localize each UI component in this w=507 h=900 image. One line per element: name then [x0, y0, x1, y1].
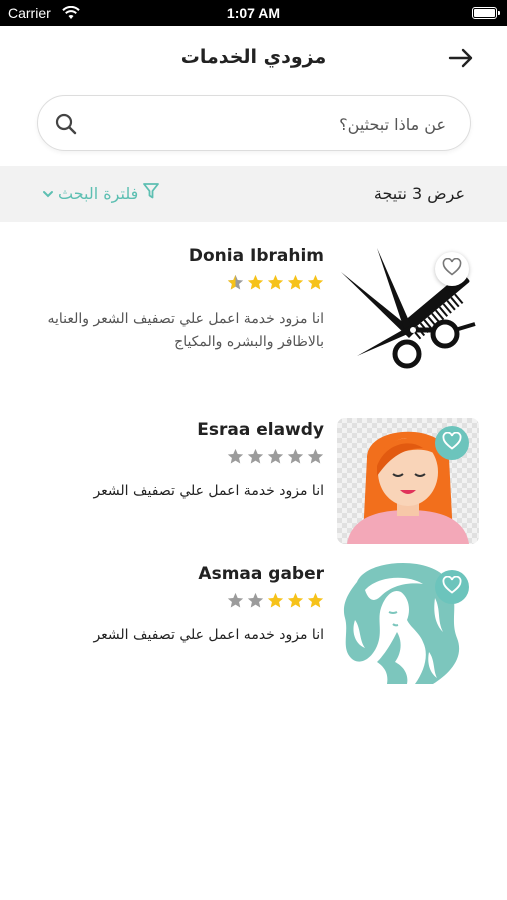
search-bar[interactable]	[37, 95, 471, 151]
provider-card[interactable]: Esraa elawdy انا مزود خدمة اعمل علي تصفي…	[0, 418, 507, 544]
star-empty-icon	[247, 592, 264, 608]
star-half-icon	[227, 274, 244, 290]
filter-bar: عرض 3 نتيجة فلترة البحث	[0, 166, 507, 222]
star-filled-icon	[247, 274, 264, 290]
chevron-down-icon	[42, 184, 54, 203]
results-count: عرض 3 نتيجة	[373, 184, 465, 203]
rating-stars	[227, 592, 324, 609]
star-empty-icon	[247, 448, 264, 464]
star-empty-icon	[227, 448, 244, 464]
star-filled-icon	[307, 592, 324, 608]
favorite-button[interactable]	[435, 426, 469, 460]
search-icon[interactable]	[54, 112, 78, 140]
provider-card[interactable]: Asmaa gaber انا مزود خدمه اعمل علي تصفيف…	[0, 562, 507, 688]
filter-button[interactable]: فلترة البحث	[42, 182, 160, 204]
provider-name: Asmaa gaber	[198, 564, 324, 584]
page-title: مزودي الخدمات	[180, 46, 327, 68]
rating-stars	[227, 448, 324, 465]
star-filled-icon	[267, 274, 284, 290]
star-filled-icon	[267, 592, 284, 608]
favorite-button[interactable]	[435, 252, 469, 286]
clock: 1:07 AM	[226, 5, 281, 21]
star-filled-icon	[287, 592, 304, 608]
battery-icon	[472, 7, 500, 19]
heart-outline-icon	[442, 575, 462, 598]
provider-name: Esraa elawdy	[197, 420, 324, 440]
back-button[interactable]	[445, 44, 477, 76]
star-empty-icon	[227, 592, 244, 608]
rating-stars	[227, 274, 324, 291]
header: مزودي الخدمات	[0, 26, 507, 90]
heart-outline-icon	[442, 257, 462, 280]
search-input[interactable]	[108, 108, 446, 140]
provider-card[interactable]: Donia Ibrahim انا مزود خدمة اعمل علي تصف…	[0, 244, 507, 374]
provider-description: انا مزود خدمة اعمل علي تصفيف الشعر	[93, 483, 324, 499]
status-bar: Carrier 1:07 AM	[0, 0, 507, 26]
provider-name: Donia Ibrahim	[188, 246, 324, 266]
star-empty-icon	[287, 448, 304, 464]
star-empty-icon	[267, 448, 284, 464]
filter-icon	[142, 182, 160, 204]
star-filled-icon	[287, 274, 304, 290]
favorite-button[interactable]	[435, 570, 469, 604]
provider-description: انا مزود خدمه اعمل علي تصفيف الشعر	[93, 627, 324, 643]
star-empty-icon	[307, 448, 324, 464]
star-filled-icon	[307, 274, 324, 290]
heart-outline-icon	[442, 431, 462, 454]
arrow-right-icon	[448, 48, 474, 72]
provider-description: انا مزود خدمة اعمل علي تصفيف الشعر والعن…	[47, 311, 324, 350]
filter-label: فلترة البحث	[58, 183, 139, 203]
